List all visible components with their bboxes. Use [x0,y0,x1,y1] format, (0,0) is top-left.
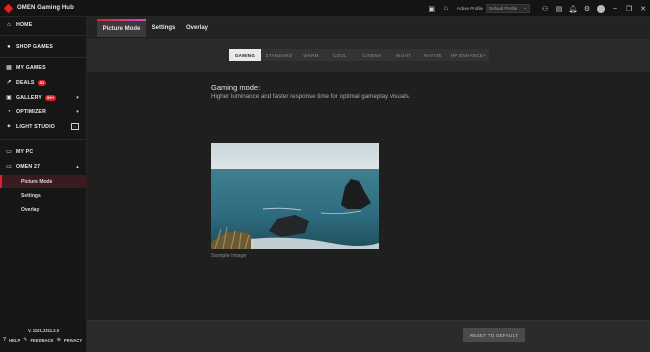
sidebar-subitem-label: Settings [21,192,41,199]
sidebar-item-label: OPTIMIZER [16,108,47,115]
sidebar-item-omen-27[interactable]: ▭ OMEN 27 ▴ [0,160,87,173]
games-icon: ▦ [6,65,12,71]
main-content: GAMING STANDARD WARM COOL CINEMA NIGHT N… [87,38,650,320]
feedback-icon: ✎ [23,337,28,343]
pc-icon: ▭ [6,149,12,155]
sample-image-caption: Sample Image [211,253,247,259]
active-profile-label: Active Profile [456,6,483,11]
sidebar-item-gallery[interactable]: ▣ GALLERY 99+ ▾ [0,91,87,104]
tab-overlay[interactable]: Overlay [181,19,213,37]
mode-title: Gaming mode: [211,83,261,92]
mode-warm[interactable]: WARM [297,49,325,61]
gallery-icon: ▣ [6,95,12,101]
avatar[interactable] [597,4,605,13]
active-profile-select[interactable]: Default Profile ⌄ [486,4,530,13]
bottom-bar: RESET TO DEFAULT [87,320,650,352]
picture-mode-selector: GAMING STANDARD WARM COOL CINEMA NIGHT N… [229,49,489,61]
sidebar-item-label: SHOP GAMES [16,43,54,50]
tab-label: Settings [151,25,176,31]
sidebar-item-deals[interactable]: ↗ DEALS 51 [0,76,87,89]
mode-cinema[interactable]: CINEMA [355,49,389,61]
feedback-link[interactable]: FEEDBACK [30,338,53,343]
privacy-icon: ⊙ [56,337,61,343]
mode-hp-enhance[interactable]: HP ENHANCE+ [448,49,489,61]
sidebar-item-optimizer[interactable]: ◔ OPTIMIZER ▾ [0,105,87,118]
minimize-button[interactable]: – [608,0,622,17]
mode-native[interactable]: NATIVE [418,49,448,61]
sidebar-subitem-label: Overlay [21,206,40,213]
mode-gaming[interactable]: GAMING [229,49,261,61]
chevron-down-icon: ⌄ [522,5,527,11]
active-profile-value: Default Profile [489,6,518,11]
light-studio-launch-icon[interactable]: ▫ [71,123,79,130]
footer-links: ? HELP ✎ FEEDBACK ⊙ PRIVACY [3,337,82,343]
sidebar-subitem-picture-mode[interactable]: Picture Mode [0,175,87,188]
sidebar: ⌂ HOME ● SHOP GAMES ▦ MY GAMES ↗ DEALS 5… [0,17,87,352]
help-link[interactable]: HELP [9,338,20,343]
home-icon[interactable]: ⌂ [439,0,453,17]
sidebar-item-label: HOME [16,21,33,28]
sidebar-item-label: MY GAMES [16,64,46,71]
sidebar-item-label: OMEN 27 [16,163,41,170]
sidebar-item-label: LIGHT STUDIO [16,123,55,130]
mode-cool[interactable]: COOL [325,49,355,61]
mode-description: Higher luminance and faster response tim… [211,93,411,100]
app-title: OMEN Gaming Hub [17,5,74,11]
title-bar: OMEN Gaming Hub ▣ ⌂ Active Profile Defau… [0,0,650,17]
version-text: V. 1101.2311.2.0 [27,328,60,333]
divider [0,139,87,140]
home-icon: ⌂ [7,21,11,28]
chevron-down-icon[interactable]: ▾ [76,109,79,115]
picture-mode-strip: GAMING STANDARD WARM COOL CINEMA NIGHT N… [87,38,650,72]
sidebar-item-my-games[interactable]: ▦ MY GAMES [0,61,87,74]
sidebar-subitem-settings[interactable]: Settings [0,189,87,202]
gallery-badge: 99+ [45,94,57,101]
sidebar-item-shop-games[interactable]: ● SHOP GAMES [0,40,87,53]
sidebar-item-label: DEALS [16,79,35,86]
gallery-icon[interactable]: ▤ [552,0,566,17]
divider [0,57,87,58]
tab-picture-mode[interactable]: Picture Mode [97,19,146,37]
omen-logo-icon [3,3,14,13]
gear-icon[interactable]: ⚙ [580,0,594,17]
sidebar-item-label: GALLERY [16,94,42,101]
deals-badge: 51 [37,79,47,86]
divider [0,35,87,36]
light-studio-icon: ✦ [6,124,12,130]
tab-label: Overlay [185,25,209,31]
restore-button[interactable]: ❐ [622,0,636,17]
seascape-image [211,143,379,249]
sidebar-item-my-pc[interactable]: ▭ MY PC [0,145,87,158]
sidebar-subitem-label: Picture Mode [21,178,53,185]
help-icon: ? [3,337,7,343]
shop-icon: ● [7,43,11,50]
tab-settings[interactable]: Settings [147,19,180,37]
monitor-icon: ▭ [6,164,12,170]
tab-label: Picture Mode [102,26,141,32]
mode-night[interactable]: NIGHT [389,49,418,61]
chevron-up-icon[interactable]: ▴ [76,164,79,170]
controller-icon[interactable]: ⚇ [538,0,552,17]
sidebar-subitem-overlay[interactable]: Overlay [0,203,87,216]
optimizer-icon: ◔ [7,108,11,115]
close-button[interactable]: ✕ [636,0,650,17]
reset-to-default-button[interactable]: RESET TO DEFAULT [463,328,525,342]
tab-bar: Picture Mode Settings Overlay [87,17,650,37]
notifications-panel-icon[interactable]: ▣ [425,0,439,17]
sample-image [211,143,379,249]
chevron-down-icon[interactable]: ▾ [76,95,79,101]
sidebar-item-light-studio[interactable]: ✦ LIGHT STUDIO ▫ [0,120,87,133]
deals-icon: ↗ [6,80,12,86]
bell-icon[interactable]: 🔔︎ [566,0,580,17]
sidebar-item-label: MY PC [16,148,34,155]
sidebar-item-home[interactable]: ⌂ HOME [0,18,87,31]
mode-standard[interactable]: STANDARD [261,49,297,61]
privacy-link[interactable]: PRIVACY [64,338,82,343]
